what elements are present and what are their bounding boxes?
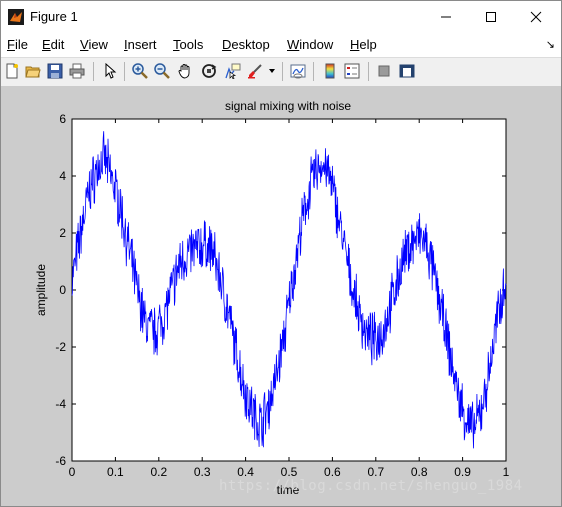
x-tick-label: 0.4: [237, 465, 254, 479]
open-file-button[interactable]: [23, 61, 43, 81]
rotate-3d-icon: [202, 64, 217, 78]
minimize-icon: [441, 16, 451, 17]
zoom-out-icon: [154, 63, 170, 79]
data-cursor-icon: [225, 63, 241, 79]
toolbar-separator: [124, 62, 125, 81]
zoom-in-icon: [132, 63, 148, 79]
chevron-down-icon: [269, 69, 275, 73]
close-icon: [530, 11, 542, 22]
toolbar-separator: [282, 62, 283, 81]
save-icon: [47, 63, 63, 79]
menu-bar: File Edit View Insert Tools Desktop Wind…: [1, 32, 561, 57]
menu-edit[interactable]: Edit: [42, 37, 64, 52]
watermark-text: https://blog.csdn.net/shenguo_1984: [219, 478, 523, 494]
link-plot-icon: [290, 64, 306, 79]
insert-colorbar-button[interactable]: [320, 61, 340, 81]
maximize-button[interactable]: [468, 1, 514, 32]
hide-plot-tools-button[interactable]: [374, 61, 394, 81]
save-button[interactable]: [45, 61, 65, 81]
data-cursor-button[interactable]: [223, 61, 243, 81]
x-tick-label: 0.2: [150, 465, 167, 479]
show-plot-tools-icon: [399, 64, 415, 78]
y-tick-label: 0: [59, 283, 66, 297]
new-figure-icon: [6, 63, 18, 79]
x-tick-label: 1: [503, 465, 510, 479]
colorbar-icon: [325, 63, 335, 79]
legend-icon: [344, 63, 360, 79]
new-figure-button[interactable]: [2, 61, 22, 81]
chart-title: signal mixing with noise: [225, 99, 351, 113]
zoom-out-button[interactable]: [152, 61, 172, 81]
menu-help[interactable]: Help: [350, 37, 377, 52]
y-tick-label: -6: [55, 454, 66, 468]
toolbar-separator: [313, 62, 314, 81]
figure-toolbar: [1, 57, 561, 87]
hide-plot-tools-icon: [378, 65, 390, 77]
toolbar-separator: [368, 62, 369, 81]
x-tick-label: 0.6: [324, 465, 341, 479]
x-tick-label: 0.3: [194, 465, 211, 479]
x-tick-label: 0.1: [107, 465, 124, 479]
figure-canvas[interactable]: signal mixing with noise 0 0.1 0.2 0.3 0.4 0.…: [1, 86, 561, 506]
x-tick-label: 0: [69, 465, 76, 479]
x-tick-label: 0.9: [454, 465, 471, 479]
close-button[interactable]: [513, 1, 559, 32]
x-tick-label: 0.7: [367, 465, 384, 479]
toolbar-separator: [93, 62, 94, 81]
menu-desktop[interactable]: Desktop: [222, 37, 270, 52]
brush-dropdown-button[interactable]: [266, 61, 278, 81]
pan-button[interactable]: [175, 61, 195, 81]
brush-icon: [248, 64, 262, 79]
print-button[interactable]: [67, 61, 87, 81]
y-axis-label: amplitude: [34, 264, 48, 316]
menu-view[interactable]: View: [80, 37, 108, 52]
menu-window[interactable]: Window: [287, 37, 333, 52]
y-tick-label: -4: [55, 397, 66, 411]
menu-file[interactable]: File: [7, 37, 28, 52]
plot-svg[interactable]: signal mixing with noise 0 0.1 0.2 0.3 0.4 0.…: [1, 86, 561, 506]
edit-plot-arrow-icon: [105, 63, 117, 79]
matlab-logo-icon: [8, 9, 24, 25]
insert-legend-button[interactable]: [342, 61, 362, 81]
show-plot-tools-button[interactable]: [397, 61, 417, 81]
open-file-icon: [25, 66, 41, 78]
zoom-in-button[interactable]: [130, 61, 150, 81]
maximize-icon: [486, 11, 496, 22]
x-tick-label: 0.8: [411, 465, 428, 479]
menu-insert[interactable]: Insert: [124, 37, 157, 52]
menu-tools[interactable]: Tools: [173, 37, 203, 52]
pan-hand-icon: [178, 64, 190, 79]
minimize-button[interactable]: [423, 1, 469, 32]
figure-window: Figure 1 File Edit View Insert Tools Des…: [0, 0, 562, 507]
y-tick-label: 4: [59, 169, 66, 183]
title-bar: Figure 1: [1, 1, 561, 32]
y-tick-label: 6: [59, 112, 66, 126]
link-plot-button[interactable]: [288, 61, 308, 81]
dock-arrow-icon[interactable]: ↘: [546, 38, 555, 51]
rotate-3d-button[interactable]: [199, 61, 219, 81]
brush-button[interactable]: [245, 61, 265, 81]
window-title: Figure 1: [30, 9, 78, 24]
y-tick-label: 2: [59, 226, 66, 240]
edit-plot-button[interactable]: [100, 61, 120, 81]
x-tick-label: 0.5: [281, 465, 298, 479]
y-tick-label: -2: [55, 340, 66, 354]
print-icon: [69, 63, 85, 79]
